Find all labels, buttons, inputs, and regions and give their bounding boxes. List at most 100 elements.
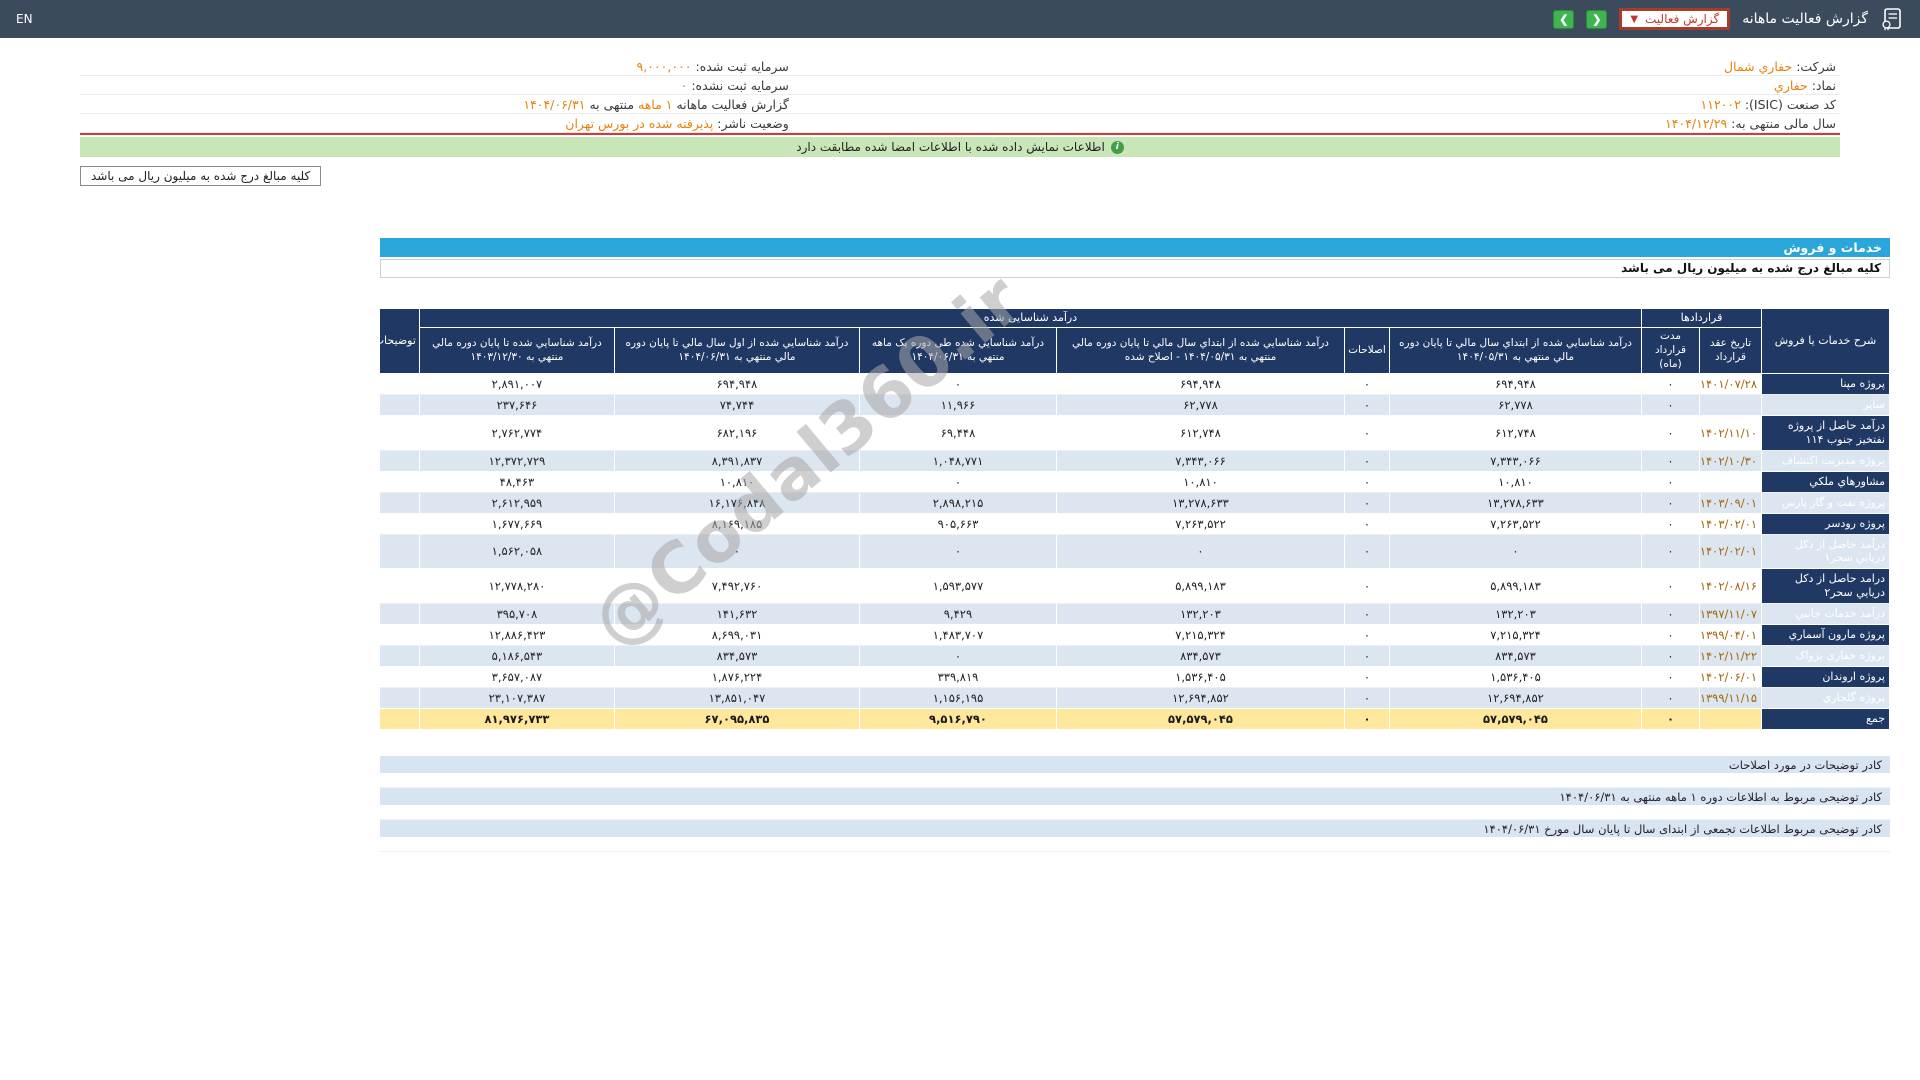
row-label: پروژه رودسر	[1761, 512, 1890, 535]
unregistered-capital-value: ۰	[680, 78, 688, 93]
cell-rev-before: ۷,۲۶۳,۵۲۲	[1388, 512, 1642, 535]
cell-rev-month: ۱,۴۸۳,۷۰۷	[858, 623, 1057, 646]
cell-notes	[378, 686, 420, 709]
cell-adjustments: ۰	[1343, 644, 1390, 667]
report-icon	[1880, 7, 1904, 31]
company-info-grid: شرکت: حفاري شمال سرمایه ثبت شده: ۹,۰۰۰,۰…	[80, 57, 1840, 133]
cell-rev-adjusted: ۷,۳۴۳,۰۶۶	[1055, 449, 1345, 472]
cell-rev-prev: ۱۲,۳۷۲,۷۲۹	[418, 449, 615, 472]
topbar: گزارش فعالیت ماهانه گزارش فعالیت ▼ ❮ ❯ E…	[0, 0, 1920, 38]
cell-rev-prev: ۱,۵۶۲,۰۵۸	[418, 533, 615, 570]
note-section: کادر توضیحی مربوط اطلاعات تجمعی از ابتدا…	[380, 819, 1890, 852]
cell-notes	[378, 512, 420, 535]
language-toggle[interactable]: EN	[16, 12, 33, 26]
table-row: پروژه رودسر ۱۴۰۳/۰۲/۰۱ ۰ ۷,۲۶۳,۵۲۲ ۰ ۷,۲۶۳,۵۲…	[378, 512, 1890, 535]
header-rev-total: درآمد شناسايي شده از اول سال مالي تا پاي…	[613, 327, 860, 375]
note-section-body	[380, 772, 1890, 788]
cell-notes	[378, 568, 420, 604]
cell-notes	[378, 449, 420, 472]
cell-rev-prev: ۳۹۵,۷۰۸	[418, 602, 615, 625]
cell-rev-adjusted: ۷,۲۱۵,۳۲۴	[1055, 623, 1345, 646]
table-row: پروژه اروندان ۱۴۰۲/۰۶/۰۱ ۰ ۱,۵۳۶,۴۰۵ ۰ ۱,۵۳۶,…	[378, 665, 1890, 688]
cell-rev-prev: ۲۳,۱۰۷,۳۸۷	[418, 686, 615, 709]
cell-notes	[378, 602, 420, 625]
note-section: کادر توضیحی مربوط به اطلاعات دوره ۱ ماهه…	[380, 787, 1890, 820]
cell-adjustments: ۰	[1343, 512, 1390, 535]
cell-duration: ۰	[1640, 602, 1701, 625]
row-label: درآمد خدمات جانبي	[1761, 602, 1890, 625]
cell-notes	[378, 470, 420, 493]
isic-value: ۱۱۲۰۰۲	[1700, 97, 1741, 112]
cell-rev-prev: ۲,۶۱۲,۹۵۹	[418, 491, 615, 514]
note-section: کادر توضیحات در مورد اصلاحات	[380, 755, 1890, 788]
cell-adjustments: ۰	[1343, 568, 1390, 604]
header-rev-month: درآمد شناسايي شده طی دوره يک ماهه منتهي …	[858, 327, 1057, 375]
table-group-header-row: شرح خدمات یا فروش قراردادها درآمد شناسای…	[374, 307, 1890, 375]
cell-rev-prev: ۲۳۷,۶۴۶	[418, 394, 615, 417]
header-contract-duration: مدت قرارداد (ماه)	[1640, 327, 1701, 375]
report-period-date: ۱۴۰۴/۰۶/۳۱	[523, 97, 586, 112]
cell-rev-month: ۱,۵۹۳,۵۷۷	[858, 568, 1057, 604]
cell-rev-month: ۱,۰۴۸,۷۷۱	[858, 449, 1057, 472]
cell-rev-total: ۸۳۴,۵۷۳	[613, 644, 860, 667]
cell-rev-prev: ۲,۸۹۱,۰۰۷	[418, 373, 615, 396]
cell-adjustments: ۰	[1343, 449, 1390, 472]
fiscal-year-row: سال مالی منتهی به: ۱۴۰۴/۱۲/۲۹	[792, 114, 1840, 133]
cell-rev-prev: ۴۸,۴۶۳	[418, 470, 615, 493]
symbol-row: نماد: حفاري	[792, 76, 1840, 95]
next-report-button[interactable]: ❮	[1586, 9, 1608, 29]
header-revenue-group: درآمد شناسایی شده	[418, 307, 1642, 329]
prev-report-button[interactable]: ❯	[1553, 9, 1575, 29]
table-row: سایر ۰ ۶۲,۷۷۸ ۰ ۶۲,۷۷۸ ۱۱,۹۶۶ ۷۴,۷۴۴ ۲۳۷,۶۴۶	[378, 394, 1890, 417]
company-info: شرکت: حفاري شمال سرمایه ثبت شده: ۹,۰۰۰,۰…	[80, 57, 1840, 133]
chevron-left-icon: ❯	[1559, 13, 1569, 26]
total-row: جمع ۰ ۵۷,۵۷۹,۰۴۵ ۰ ۵۷,۵۷۹,۰۴۵ ۹,۵۱۶,۷۹۰ ۶۷,۰۹۵…	[378, 707, 1890, 730]
cell-rev-adjusted: ۷,۲۶۳,۵۲۲	[1055, 512, 1345, 535]
cell-rev-prev: ۳,۶۵۷,۰۸۷	[418, 665, 615, 688]
cell-rev-total: ۱۳,۸۵۱,۰۴۷	[613, 686, 860, 709]
sales-section: خدمات و فروش کلیه مبالغ درج شده به میلیو…	[374, 238, 1890, 852]
cell-rev-adjusted: ۶۲,۷۷۸	[1055, 394, 1345, 417]
cell-rev-before: ۶۲,۷۷۸	[1388, 394, 1642, 417]
cell-rev-before: ۶۹۴,۹۴۸	[1388, 373, 1642, 396]
cell-rev-prev: ۱۲,۷۷۸,۲۸۰	[418, 568, 615, 604]
header-rev-before: درآمد شناسايي شده از ابتداي سال مالي تا …	[1388, 327, 1642, 375]
cell-rev-total: ۸,۳۹۱,۸۳۷	[613, 449, 860, 472]
cell-rev-before: ۱,۵۳۶,۴۰۵	[1388, 665, 1642, 688]
cell-rev-month: ۰	[858, 373, 1057, 396]
cell-duration: ۰	[1640, 491, 1701, 514]
row-label: پروژه نفت و گاز پارس	[1761, 491, 1890, 514]
header-rev-prev: درآمد شناسايي شده تا پايان دوره مالي منت…	[418, 327, 615, 375]
cell-rev-total: ۸,۶۹۹,۰۳۱	[613, 623, 860, 646]
cell-duration: ۰	[1640, 394, 1701, 417]
symbol-label: نماد:	[1811, 78, 1836, 93]
cell-date	[1699, 707, 1762, 730]
row-label: مشاورهاي ملكي	[1761, 470, 1890, 493]
cell-rev-before: ۸۳۴,۵۷۳	[1388, 644, 1642, 667]
isic-row: کد صنعت (ISIC): ۱۱۲۰۰۲	[792, 95, 1840, 114]
section-header: خدمات و فروش	[380, 238, 1890, 257]
cell-rev-total: ۸,۱۶۹,۱۸۵	[613, 512, 860, 535]
note-section-header: کادر توضیحی مربوط اطلاعات تجمعی از ابتدا…	[380, 819, 1890, 837]
notes-sections: کادر توضیحات در مورد اصلاحات کادر توضیحی …	[380, 755, 1890, 852]
table-row: پروژه مپنا ۱۴۰۱/۰۷/۲۸ ۰ ۶۹۴,۹۴۸ ۰ ۶۹۴,۹۴۸ ۰ ۶۹۴…	[378, 373, 1890, 396]
report-type-select[interactable]: گزارش فعالیت ▼	[1619, 8, 1731, 30]
cell-rev-adjusted: ۶۹۴,۹۴۸	[1055, 373, 1345, 396]
cell-duration: ۰	[1640, 533, 1701, 570]
row-label: پروژه حفاري پژواک	[1761, 644, 1890, 667]
cell-rev-total: ۱۴۱,۶۳۲	[613, 602, 860, 625]
cell-rev-prev: ۱,۶۷۷,۶۶۹	[418, 512, 615, 535]
cell-rev-adjusted: ۰	[1055, 533, 1345, 570]
table-row: مشاورهاي ملكي ۰ ۱۰,۸۱۰ ۰ ۱۰,۸۱۰ ۰ ۱۰,۸۱۰ ۴۸,۴۶۳	[378, 470, 1890, 493]
cell-duration: ۰	[1640, 512, 1701, 535]
cell-notes	[378, 373, 420, 396]
cell-rev-adjusted: ۱۳۲,۲۰۳	[1055, 602, 1345, 625]
info-icon: i	[1110, 140, 1124, 154]
chevron-right-icon: ❮	[1592, 13, 1602, 26]
cell-rev-before: ۰	[1388, 533, 1642, 570]
cell-notes	[378, 491, 420, 514]
cell-rev-total: ۶۹۴,۹۴۸	[613, 373, 860, 396]
cell-rev-total: ۶۷,۰۹۵,۸۳۵	[613, 707, 860, 730]
fiscal-year-value: ۱۴۰۴/۱۲/۲۹	[1665, 116, 1728, 131]
cell-rev-month: ۱۱,۹۶۶	[858, 394, 1057, 417]
